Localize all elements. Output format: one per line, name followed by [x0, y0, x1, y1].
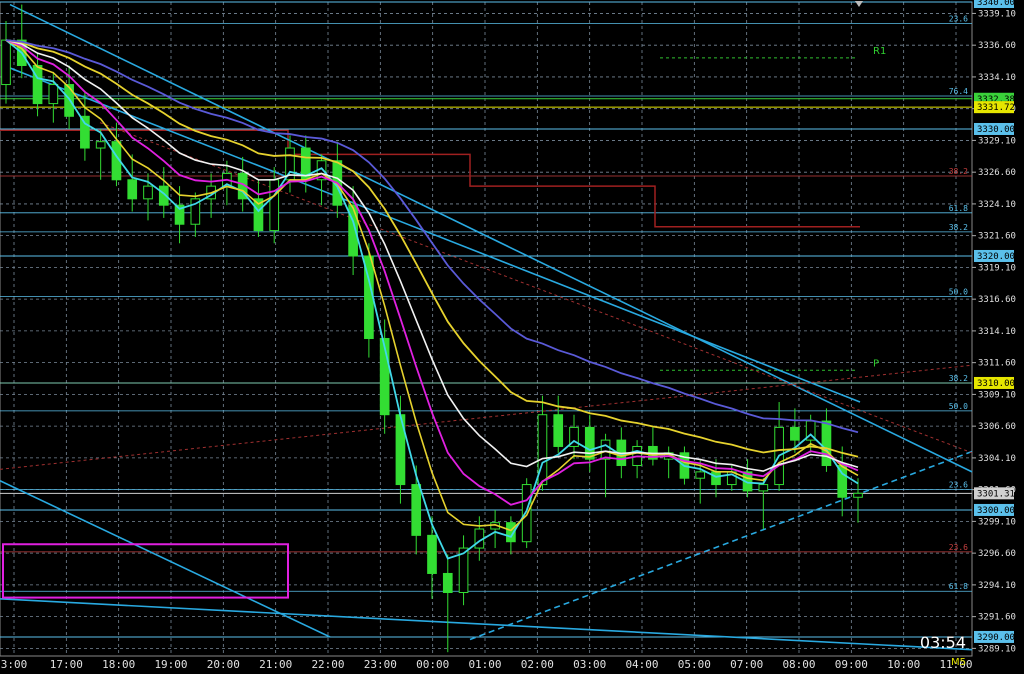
ma-yellow-fast-line: [5, 39, 859, 532]
candle-body: [853, 492, 863, 498]
price-box-label: 3301.31: [977, 489, 1015, 499]
y-tick-label: 3326.60: [978, 168, 1016, 178]
x-tick-label: 10:00: [887, 658, 920, 671]
candle-body: [143, 185, 153, 200]
candle-body: [711, 471, 721, 486]
candle-body: [821, 420, 832, 467]
trendline: [9, 67, 861, 403]
x-tick-label: 19:00: [154, 658, 187, 671]
price-box-label: 3331.72: [977, 103, 1015, 113]
ma-magenta-line: [5, 39, 859, 506]
candle-body: [1, 39, 11, 86]
candle-body: [269, 179, 280, 232]
x-tick-label: 08:00: [782, 658, 815, 671]
timeframe-label: M5: [951, 657, 966, 668]
y-tick-label: 3334.10: [978, 73, 1016, 83]
y-tick-label: 3291.60: [978, 613, 1016, 623]
x-tick-label: 23:00: [364, 658, 397, 671]
candle-body: [442, 572, 453, 594]
fib-label: 38.2: [949, 223, 968, 232]
candle-body: [127, 179, 138, 200]
fib-label: 38.2: [949, 167, 968, 176]
price-box-label: 3290.00: [977, 633, 1015, 643]
trendline: [9, 3, 973, 473]
y-tick-label: 3336.60: [978, 41, 1016, 51]
candle-body: [48, 84, 59, 105]
y-tick-label: 3319.10: [978, 263, 1016, 273]
x-tick-label: 02:00: [521, 658, 554, 671]
candle-body: [80, 115, 90, 149]
price-box-label: 3300.00: [977, 506, 1015, 516]
y-tick-label: 3296.60: [978, 549, 1016, 559]
y-tick-label: 3339.10: [978, 9, 1016, 19]
scroll-arrow-icon[interactable]: [855, 1, 863, 7]
trendline: [0, 598, 973, 651]
stepped-pivot-line: [0, 129, 860, 228]
candle-body: [32, 64, 43, 105]
x-tick-label: 21:00: [259, 658, 292, 671]
price-box-label: 3310.00: [977, 379, 1015, 389]
pivot-label: P: [873, 358, 879, 369]
price-chart[interactable]: 3:00 17:00 18:00 19:00 20:00 21:00 22:00 23:00 0…: [0, 0, 1024, 674]
y-tick-label: 3311.60: [978, 359, 1016, 369]
x-tick-label: 3:00: [1, 658, 28, 671]
y-tick-label: 3309.10: [978, 390, 1016, 400]
y-tick-label: 3289.10: [978, 644, 1016, 654]
x-tick-label: 07:00: [730, 658, 763, 671]
x-tick-label: 00:00: [416, 658, 449, 671]
candle-body: [521, 484, 532, 543]
fib-label: 38.2: [949, 374, 968, 383]
x-tick-label: 17:00: [50, 658, 83, 671]
y-tick-label: 3321.60: [978, 232, 1016, 242]
plot-frame: [0, 1, 973, 657]
x-tick-label: 01:00: [468, 658, 501, 671]
candle-body: [95, 141, 106, 149]
chart-root[interactable]: 3:00 17:00 18:00 19:00 20:00 21:00 22:00 23:00 0…: [0, 0, 1024, 674]
fib-label: 50.0: [949, 288, 968, 297]
candle-body: [695, 471, 706, 479]
x-tick-label: 05:00: [678, 658, 711, 671]
y-tick-label: 3294.10: [978, 581, 1016, 591]
fib-label: 23.6: [949, 543, 968, 552]
candle-body: [758, 484, 769, 492]
y-tick-label: 3314.10: [978, 327, 1016, 337]
x-tick-label: 03:00: [573, 658, 606, 671]
candle-body: [790, 426, 800, 441]
fib-label: 23.6: [949, 481, 968, 490]
price-box-label: 3320.00: [977, 252, 1015, 262]
pivot-label: R1: [873, 46, 886, 57]
y-tick-label: 3316.60: [978, 295, 1016, 305]
y-tick-label: 3304.10: [978, 454, 1016, 464]
candle-body: [411, 484, 422, 536]
x-tick-label: 04:00: [625, 658, 658, 671]
candle-body: [427, 534, 437, 574]
y-tick-label: 3306.60: [978, 422, 1016, 432]
fib-label: 76.4: [949, 87, 968, 96]
candle-body: [553, 414, 564, 447]
x-tick-label: 20:00: [207, 658, 240, 671]
y-tick-label: 3324.10: [978, 200, 1016, 210]
price-box-label: 3330.00: [977, 125, 1015, 135]
candle-body: [600, 439, 611, 460]
price-box-label: 3340.00: [977, 0, 1015, 8]
fib-label: 61.8: [949, 204, 968, 213]
x-tick-label: 09:00: [835, 658, 868, 671]
fib-label: 50.0: [949, 402, 968, 411]
x-tick-label: 22:00: [311, 658, 344, 671]
fib-label: 61.8: [949, 582, 968, 591]
y-tick-label: 3329.10: [978, 136, 1016, 146]
y-tick-label: 3299.10: [978, 517, 1016, 527]
candle-body: [584, 426, 595, 460]
candle-timer: 03:54: [919, 633, 966, 652]
x-tick-label: 18:00: [102, 658, 135, 671]
fib-label: 23.6: [949, 15, 968, 24]
